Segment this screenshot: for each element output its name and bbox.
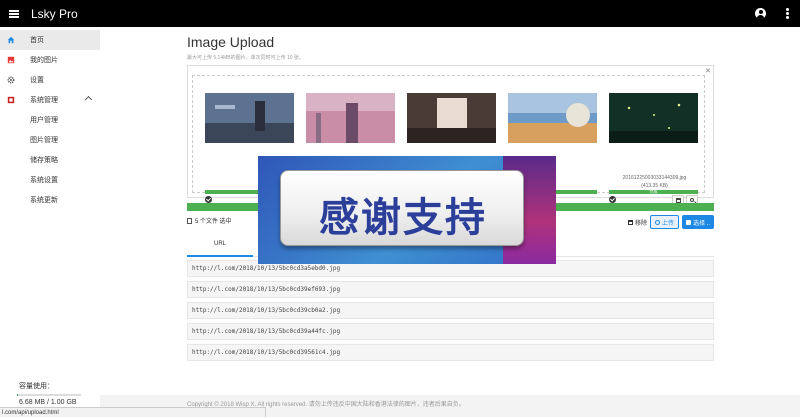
- check-circle-icon: [205, 196, 212, 203]
- preview-image[interactable]: [609, 93, 698, 143]
- sidebar-item-users[interactable]: 用户管理: [0, 110, 100, 130]
- sidebar-item-label: 图片管理: [30, 137, 58, 144]
- home-icon: [7, 36, 15, 44]
- url-output[interactable]: http://l.com/2018/10/13/5bc0cd39ef693.jp…: [187, 281, 714, 298]
- sidebar-item-label: 我的图片: [30, 57, 58, 64]
- preview-image[interactable]: [205, 93, 294, 143]
- storage-value: 6.68 MB / 1.00 GB: [19, 399, 77, 406]
- system-icon: [7, 96, 15, 104]
- storage-bar: [17, 394, 81, 396]
- file-count-text: 5 个文件 选中: [195, 219, 232, 225]
- preview-image[interactable]: [508, 93, 597, 143]
- remove-button[interactable]: 移除: [624, 215, 651, 229]
- upload-label: 上传: [662, 220, 675, 227]
- check-circle-icon: [609, 196, 616, 203]
- sidebar-item-system-update[interactable]: 系统更新: [0, 190, 100, 210]
- account-icon[interactable]: [755, 8, 766, 19]
- storage-fill: [17, 394, 19, 396]
- file-name: 20161225003033144309.jpg: [622, 175, 687, 181]
- sidebar-item-home[interactable]: 首页: [0, 30, 100, 50]
- more-vert-icon[interactable]: [786, 8, 789, 19]
- url-output[interactable]: http://l.com/2018/10/13/5bc0cd39a44fc.jp…: [187, 323, 714, 340]
- remove-label: 移除: [635, 220, 648, 227]
- sidebar-item-storage[interactable]: 储存策略: [0, 150, 100, 170]
- choose-label: 选择 ..: [693, 220, 711, 227]
- upload-icon: [655, 219, 660, 225]
- gear-icon: [7, 76, 15, 84]
- progress-label: 完成: [649, 189, 658, 194]
- preview-image[interactable]: [407, 93, 496, 143]
- overlay-text: 感谢支持: [319, 195, 487, 241]
- thanks-overlay-image: 感谢支持: [258, 156, 556, 264]
- url-output[interactable]: http://l.com/2018/10/13/5bc0cd39cb0a2.jp…: [187, 302, 714, 319]
- sidebar-item-images-admin[interactable]: 图片管理: [0, 130, 100, 150]
- file-count: 5 个文件 选中: [187, 216, 232, 225]
- trash-icon: [628, 219, 633, 225]
- sidebar-item-label: 首页: [30, 37, 44, 44]
- brand-title[interactable]: Lsky Pro: [31, 7, 78, 21]
- sidebar-item-my-images[interactable]: 我的图片: [0, 50, 100, 70]
- sidebar-item-label: 设置: [30, 77, 44, 84]
- zoom-icon: [690, 198, 694, 202]
- image-icon: [7, 56, 15, 64]
- upload-button[interactable]: 上传: [650, 215, 680, 229]
- tab-indicator: [187, 255, 253, 257]
- file-progress: 完成: [609, 189, 698, 194]
- page-title: Image Upload: [187, 34, 275, 50]
- sidebar-item-system[interactable]: 系统管理: [0, 90, 100, 110]
- top-app-bar: Lsky Pro: [0, 0, 800, 27]
- close-icon[interactable]: ✕: [705, 67, 711, 75]
- sidebar-item-label: 系统更新: [30, 197, 58, 204]
- storage-label: 容量使用：: [19, 383, 54, 390]
- chevron-up-icon: [84, 95, 93, 104]
- file-card: 20161225003033144309.jpg (413.35 KB) 完成: [607, 91, 702, 205]
- sidebar-item-label: 储存策略: [30, 157, 58, 164]
- preview-image[interactable]: [306, 93, 395, 143]
- status-bar-url: l.com/api/upload.html: [0, 407, 266, 417]
- url-output[interactable]: http://l.com/2018/10/13/5bc0cd39561c4.jp…: [187, 344, 714, 361]
- overlay-card: 感谢支持: [280, 170, 524, 246]
- choose-button[interactable]: 选择 ..: [682, 215, 714, 229]
- sidebar-item-label: 用户管理: [30, 117, 58, 124]
- file-icon: [187, 217, 192, 224]
- sidebar-item-label: 系统设置: [30, 177, 58, 184]
- sidebar: 首页 我的图片 设置 系统管理 用户管理 图片管理 储存策略 系统设置 系统更新: [0, 27, 100, 417]
- upload-hint: 最大可上传 5.14MB的图片，单次同时可上传 10 张。: [187, 55, 304, 61]
- sidebar-item-settings[interactable]: 设置: [0, 70, 100, 90]
- image-icon: [686, 219, 691, 225]
- sidebar-item-system-settings[interactable]: 系统设置: [0, 170, 100, 190]
- tab-url[interactable]: URL: [214, 241, 226, 247]
- menu-icon[interactable]: [9, 9, 19, 18]
- sidebar-item-label: 系统管理: [30, 97, 58, 104]
